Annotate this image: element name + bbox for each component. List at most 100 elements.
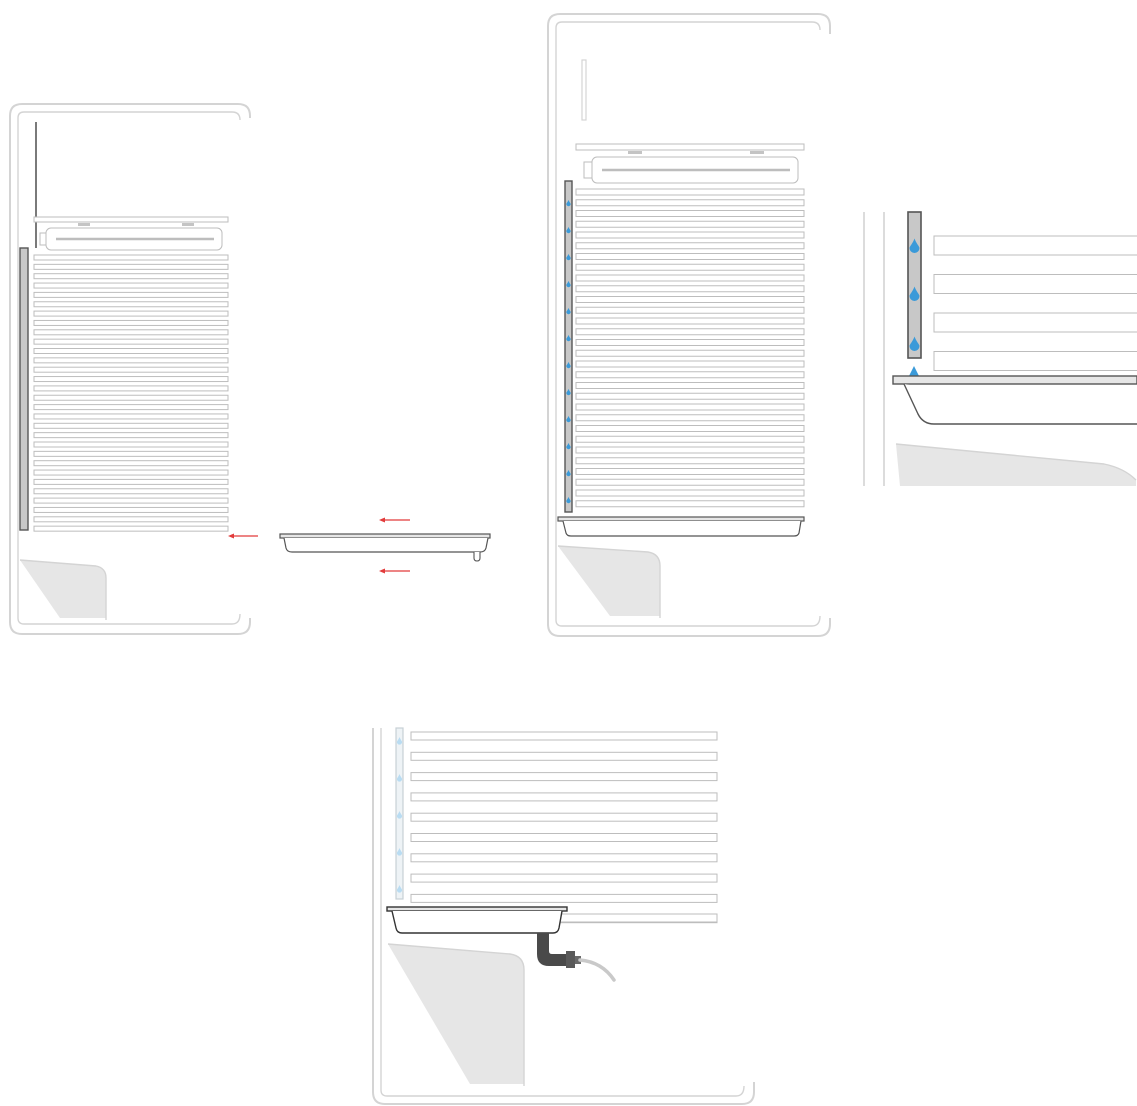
tray-body (903, 383, 1137, 425)
fin (410, 751, 718, 761)
fin (33, 516, 229, 523)
floor-shadow (388, 944, 524, 1084)
drain-elbow-icon (537, 933, 581, 968)
fin (933, 235, 1137, 256)
fin (575, 360, 805, 368)
fin (575, 403, 805, 411)
tray-body (283, 537, 489, 553)
fin (410, 893, 718, 903)
fin (33, 348, 229, 354)
fin (410, 772, 718, 782)
panel-1 (9, 103, 491, 635)
fin (33, 488, 229, 495)
tray-rim (892, 375, 1137, 385)
fin (575, 263, 805, 271)
bracket-clip-right (750, 151, 764, 154)
tray-rim (386, 906, 568, 912)
fin (410, 812, 718, 822)
panel-4 (372, 727, 755, 1105)
side-pipe (907, 211, 922, 359)
fin (33, 282, 229, 289)
fin (33, 366, 229, 373)
cabinet-outline (547, 13, 831, 637)
tray-body (391, 910, 563, 934)
fin (575, 231, 805, 239)
fin (33, 254, 229, 261)
fin (33, 310, 229, 317)
fin (575, 220, 805, 228)
fin (33, 291, 229, 298)
drip-tray (386, 906, 568, 934)
fin (33, 478, 229, 485)
fin (410, 792, 718, 802)
top-bracket (575, 143, 805, 184)
fin (33, 460, 229, 467)
tray-body (562, 520, 802, 537)
fin (575, 371, 805, 379)
fin (33, 525, 229, 532)
fin (575, 328, 805, 336)
drain-hose (578, 958, 616, 982)
fin (575, 457, 805, 465)
fin (33, 273, 229, 280)
fin (933, 351, 1137, 371)
fin (575, 435, 805, 443)
fin (33, 506, 229, 513)
fin (33, 319, 229, 326)
evaporator-fins (933, 235, 1137, 371)
fin (575, 489, 805, 497)
bracket-top-strip (575, 143, 805, 151)
fin (33, 432, 229, 439)
fin (33, 385, 229, 392)
bracket-top-strip (33, 216, 229, 223)
fin (33, 441, 229, 448)
fin (575, 500, 805, 508)
water-drop-icon (909, 366, 919, 376)
fin (33, 497, 229, 504)
floor-shadow (896, 444, 1136, 486)
fin (575, 210, 805, 217)
fin (575, 392, 805, 400)
fin (575, 306, 805, 314)
fin (410, 873, 718, 883)
fin (410, 853, 718, 863)
drip-tray (892, 375, 1137, 425)
side-pipe (19, 247, 29, 531)
arrow-left-icon (379, 517, 410, 523)
fin (33, 376, 229, 383)
fin (575, 478, 805, 486)
evaporator-fins (575, 188, 805, 508)
bracket-clip-right (182, 223, 194, 226)
fin (575, 339, 805, 346)
fin (575, 296, 805, 303)
bracket-side-tab (39, 232, 47, 246)
panel-3 (863, 211, 1137, 486)
fin (33, 329, 229, 336)
fin (575, 188, 805, 196)
fin (933, 274, 1137, 294)
fin (33, 413, 229, 420)
fin (575, 274, 805, 282)
fin (933, 312, 1137, 333)
fin (33, 263, 229, 270)
fin (410, 833, 718, 842)
bracket-clip-left (78, 223, 90, 226)
fin (33, 404, 229, 411)
fin (575, 253, 805, 260)
drain-nozzle (473, 552, 481, 562)
diagram-canvas (0, 0, 1137, 1106)
drip-tray-diagram (9, 13, 1137, 1105)
fin (33, 357, 229, 364)
fin (33, 422, 229, 429)
tray-rim (557, 516, 805, 522)
fin (575, 446, 805, 454)
evaporator-fins (33, 254, 229, 532)
fin (410, 731, 718, 741)
fin (575, 382, 805, 389)
door-handle (581, 59, 587, 121)
fin (575, 349, 805, 357)
fin (33, 338, 229, 345)
floor-shadow (558, 546, 660, 616)
arrow-left-icon (228, 533, 258, 539)
fin (575, 414, 805, 422)
